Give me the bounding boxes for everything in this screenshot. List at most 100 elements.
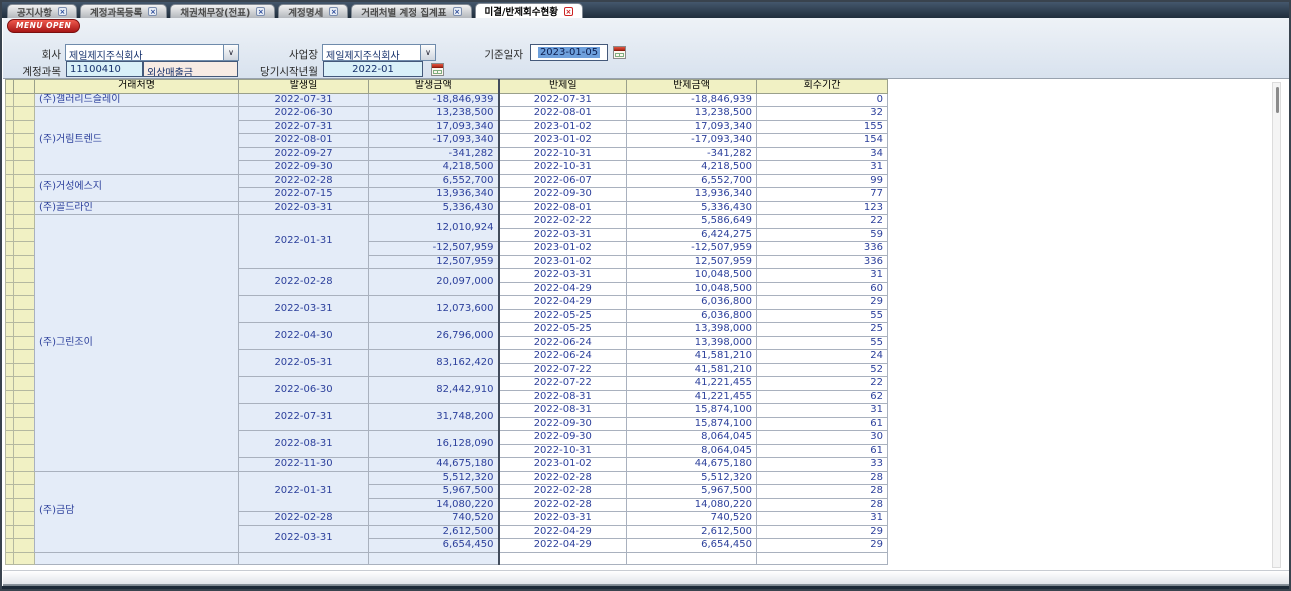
issue-date-cell[interactable]: 2022-02-28 xyxy=(239,512,369,526)
issue-amount-cell[interactable]: 17,093,340 xyxy=(369,120,499,134)
row-handle[interactable] xyxy=(6,552,14,565)
row-handle[interactable] xyxy=(6,215,14,229)
collect-period-cell[interactable]: 34 xyxy=(757,147,888,161)
repay-amount-cell[interactable]: 5,336,430 xyxy=(627,201,757,215)
calendar-icon[interactable] xyxy=(613,46,626,59)
issue-amount-cell[interactable]: 12,073,600 xyxy=(369,296,499,323)
collect-period-cell[interactable]: 336 xyxy=(757,242,888,256)
repay-amount-cell[interactable]: 5,586,649 xyxy=(627,215,757,229)
repay-amount-cell[interactable]: 12,507,959 xyxy=(627,255,757,269)
tab-close-icon[interactable]: × xyxy=(453,7,462,16)
collect-period-cell[interactable]: 123 xyxy=(757,201,888,215)
repay-date-cell[interactable]: 2022-05-25 xyxy=(499,309,627,323)
row-indicator[interactable] xyxy=(14,552,35,565)
repay-date-cell[interactable]: 2022-07-22 xyxy=(499,363,627,377)
collect-period-cell[interactable]: 77 xyxy=(757,188,888,202)
repay-amount-cell[interactable]: 4,218,500 xyxy=(627,161,757,175)
customer-name-cell[interactable]: (주)골드라인 xyxy=(35,201,239,215)
repay-amount-cell[interactable]: 8,064,045 xyxy=(627,444,757,458)
issue-amount-cell[interactable]: -18,846,939 xyxy=(369,93,499,107)
row-indicator[interactable] xyxy=(14,242,35,256)
collect-period-cell[interactable]: 31 xyxy=(757,269,888,283)
issue-amount-cell[interactable]: 6,654,450 xyxy=(369,539,499,553)
row-indicator[interactable] xyxy=(14,404,35,418)
issue-date-cell[interactable]: 2022-03-31 xyxy=(239,525,369,552)
repay-date-cell[interactable]: 2022-08-01 xyxy=(499,107,627,121)
row-handle[interactable] xyxy=(6,228,14,242)
calendar-icon[interactable] xyxy=(431,63,444,76)
chevron-down-icon[interactable]: ∨ xyxy=(420,45,435,60)
row-handle[interactable] xyxy=(6,485,14,499)
row-indicator[interactable] xyxy=(14,269,35,283)
collect-period-cell[interactable]: 31 xyxy=(757,512,888,526)
repay-amount-cell[interactable]: 13,936,340 xyxy=(627,188,757,202)
row-indicator[interactable] xyxy=(14,539,35,553)
tab-3[interactable]: 계정명세× xyxy=(278,4,348,18)
row-indicator[interactable] xyxy=(14,282,35,296)
issue-date-cell[interactable]: 2022-07-31 xyxy=(239,120,369,134)
repay-date-cell[interactable]: 2022-09-30 xyxy=(499,417,627,431)
row-indicator[interactable] xyxy=(14,255,35,269)
repay-date-cell[interactable]: 2022-08-31 xyxy=(499,390,627,404)
collect-period-cell[interactable]: 61 xyxy=(757,444,888,458)
repay-amount-cell[interactable]: 6,036,800 xyxy=(627,296,757,310)
collect-period-cell[interactable]: 29 xyxy=(757,525,888,539)
row-indicator[interactable] xyxy=(14,512,35,526)
row-handle[interactable] xyxy=(6,161,14,175)
issue-date-cell[interactable]: 2022-04-30 xyxy=(239,323,369,350)
repay-amount-cell[interactable]: -12,507,959 xyxy=(627,242,757,256)
row-indicator[interactable] xyxy=(14,471,35,485)
repay-date-cell[interactable]: 2022-04-29 xyxy=(499,525,627,539)
repay-amount-cell[interactable]: 44,675,180 xyxy=(627,458,757,472)
repay-amount-cell[interactable]: -341,282 xyxy=(627,147,757,161)
repay-amount-cell[interactable]: 6,552,700 xyxy=(627,174,757,188)
repay-date-cell[interactable]: 2022-03-31 xyxy=(499,228,627,242)
tab-5[interactable]: 미결/반제회수현황× xyxy=(475,3,583,18)
row-handle[interactable] xyxy=(6,363,14,377)
row-indicator[interactable] xyxy=(14,444,35,458)
issue-amount-cell[interactable]: 44,675,180 xyxy=(369,458,499,472)
row-indicator[interactable] xyxy=(14,93,35,107)
row-handle[interactable] xyxy=(6,525,14,539)
row-handle[interactable] xyxy=(6,417,14,431)
row-indicator[interactable] xyxy=(14,309,35,323)
issue-date-cell[interactable]: 2022-03-31 xyxy=(239,201,369,215)
collect-period-cell[interactable]: 59 xyxy=(757,228,888,242)
customer-name-cell[interactable]: (주)거성에스지 xyxy=(35,174,239,201)
issue-amount-cell[interactable]: 5,336,430 xyxy=(369,201,499,215)
repay-amount-cell[interactable]: 6,654,450 xyxy=(627,539,757,553)
collect-period-cell[interactable]: 25 xyxy=(757,323,888,337)
issue-amount-cell[interactable]: -341,282 xyxy=(369,147,499,161)
issue-date-cell[interactable]: 2022-06-30 xyxy=(239,107,369,121)
row-handle[interactable] xyxy=(6,404,14,418)
issue-amount-cell[interactable]: 5,512,320 xyxy=(369,471,499,485)
row-handle[interactable] xyxy=(6,512,14,526)
tab-close-icon[interactable]: × xyxy=(148,7,157,16)
row-indicator[interactable] xyxy=(14,485,35,499)
repay-amount-cell[interactable]: 13,398,000 xyxy=(627,336,757,350)
issue-date-cell[interactable]: 2022-07-31 xyxy=(239,404,369,431)
repay-amount-cell[interactable]: -17,093,340 xyxy=(627,134,757,148)
issue-date-cell[interactable]: 2022-05-31 xyxy=(239,350,369,377)
customer-name-cell[interactable]: (주)갤러리드슬레이 xyxy=(35,93,239,107)
row-indicator[interactable] xyxy=(14,350,35,364)
repay-date-cell[interactable]: 2022-09-30 xyxy=(499,188,627,202)
issue-date-cell[interactable]: 2022-07-15 xyxy=(239,188,369,202)
base-date-input[interactable]: 2023-01-05 xyxy=(530,44,608,61)
collect-period-cell[interactable]: 32 xyxy=(757,107,888,121)
issue-date-cell[interactable]: 2022-09-30 xyxy=(239,161,369,175)
repay-date-cell[interactable]: 2022-07-31 xyxy=(499,93,627,107)
issue-amount-cell[interactable]: 12,010,924 xyxy=(369,215,499,242)
row-indicator[interactable] xyxy=(14,431,35,445)
repay-amount-cell[interactable]: 41,221,455 xyxy=(627,377,757,391)
row-handle[interactable] xyxy=(6,255,14,269)
issue-date-cell[interactable]: 2022-09-27 xyxy=(239,147,369,161)
collect-period-cell[interactable]: 336 xyxy=(757,255,888,269)
row-indicator[interactable] xyxy=(14,174,35,188)
row-indicator[interactable] xyxy=(14,498,35,512)
row-indicator[interactable] xyxy=(14,390,35,404)
collect-period-cell[interactable]: 155 xyxy=(757,120,888,134)
chevron-down-icon[interactable]: ∨ xyxy=(223,45,238,60)
company-select[interactable]: 제일제지주식회사 ∨ xyxy=(65,44,239,61)
collect-period-cell[interactable]: 99 xyxy=(757,174,888,188)
